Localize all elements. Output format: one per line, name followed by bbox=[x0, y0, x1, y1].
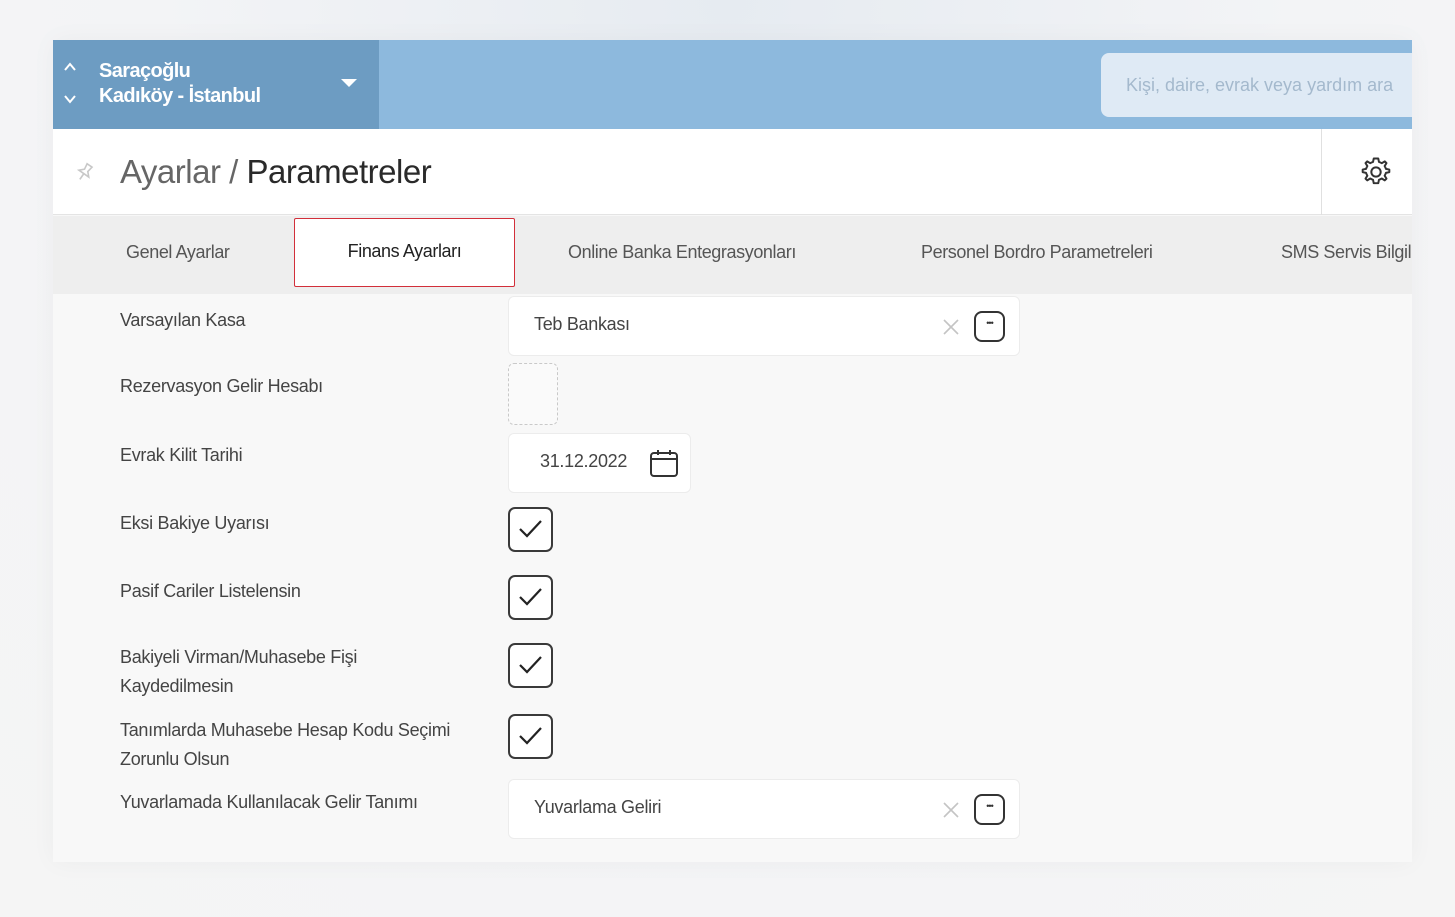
yuvarlama-gelir-label: Yuvarlamada Kullanılacak Gelir Tanımı bbox=[120, 792, 418, 812]
hesap-kodu-secimi-label-line2: Zorunlu Olsun bbox=[120, 749, 230, 769]
rezervasyon-gelir-hesabi-label: Rezervasyon Gelir Hesabı bbox=[120, 376, 323, 396]
eksi-bakiye-uyarisi-label: Eksi Bakiye Uyarısı bbox=[120, 513, 270, 533]
checkmark-icon bbox=[519, 727, 542, 745]
eksi-bakiye-uyarisi-checkbox[interactable] bbox=[508, 507, 553, 552]
pin-icon[interactable] bbox=[73, 160, 97, 184]
yuvarlama-gelir-value: Yuvarlama Geliri bbox=[534, 797, 662, 817]
global-search-input[interactable] bbox=[1101, 53, 1412, 117]
yuvarlama-gelir-field[interactable]: Yuvarlama Geliri bbox=[508, 779, 1020, 839]
evrak-kilit-tarihi-label: Evrak Kilit Tarihi bbox=[120, 445, 243, 465]
close-icon[interactable] bbox=[942, 318, 960, 336]
calendar-icon[interactable] bbox=[648, 447, 680, 479]
bakiyeli-virman-label-line2: Kaydedilmesin bbox=[120, 676, 234, 696]
tab-sms-servis-bilgileri[interactable]: SMS Servis Bilgileri bbox=[1281, 216, 1412, 294]
breadcrumb-current: Parametreler bbox=[246, 153, 432, 190]
hesap-kodu-secimi-label: Tanımlarda Muhasebe Hesap Kodu Seçimi Zo… bbox=[120, 716, 450, 774]
gear-icon[interactable] bbox=[1359, 155, 1393, 189]
tab-finans-ayarlari[interactable]: Finans Ayarları bbox=[294, 218, 515, 287]
tab-online-banka-entegrasyonlari[interactable]: Online Banka Entegrasyonları bbox=[568, 216, 796, 294]
site-switcher[interactable]: Saraçoğlu Kadıköy - İstanbul bbox=[53, 40, 379, 129]
bakiyeli-virman-label-line1: Bakiyeli Virman/Muhasebe Fişi bbox=[120, 647, 358, 667]
app-window: Saraçoğlu Kadıköy - İstanbul Ayarlar / P… bbox=[53, 40, 1412, 862]
more-options-icon[interactable] bbox=[974, 794, 1005, 825]
bakiyeli-virman-label: Bakiyeli Virman/Muhasebe Fişi Kaydedilme… bbox=[120, 643, 357, 701]
hesap-kodu-secimi-label-line1: Tanımlarda Muhasebe Hesap Kodu Seçimi bbox=[120, 720, 451, 740]
varsayilan-kasa-field[interactable]: Teb Bankası bbox=[508, 296, 1020, 356]
divider bbox=[1321, 129, 1322, 215]
evrak-kilit-tarihi-value: 31.12.2022 bbox=[540, 451, 628, 471]
page-header: Ayarlar / Parametreler bbox=[53, 129, 1412, 215]
site-location: Kadıköy - İstanbul bbox=[99, 85, 261, 107]
hesap-kodu-secimi-checkbox[interactable] bbox=[508, 714, 553, 759]
breadcrumb-separator: / bbox=[220, 153, 247, 190]
chevron-down-icon[interactable] bbox=[63, 92, 77, 106]
chevron-up-icon[interactable] bbox=[63, 60, 77, 74]
finance-settings-form: Varsayılan Kasa Teb Bankası Rezervasyon … bbox=[53, 294, 1412, 862]
varsayilan-kasa-label: Varsayılan Kasa bbox=[120, 310, 246, 330]
pasif-cariler-label: Pasif Cariler Listelensin bbox=[120, 581, 301, 601]
site-name: Saraçoğlu bbox=[99, 60, 191, 82]
varsayilan-kasa-value: Teb Bankası bbox=[534, 314, 630, 334]
rezervasyon-gelir-hesabi-field[interactable] bbox=[508, 363, 558, 425]
tab-bar: Genel Ayarlar Finans Ayarları Online Ban… bbox=[53, 216, 1412, 294]
checkmark-icon bbox=[519, 588, 542, 606]
bakiyeli-virman-checkbox[interactable] bbox=[508, 643, 553, 688]
dropdown-caret-icon[interactable] bbox=[341, 79, 357, 87]
close-icon[interactable] bbox=[942, 801, 960, 819]
more-options-icon[interactable] bbox=[974, 311, 1005, 342]
checkmark-icon bbox=[519, 656, 542, 674]
evrak-kilit-tarihi-field[interactable]: 31.12.2022 bbox=[508, 433, 691, 493]
top-bar: Saraçoğlu Kadıköy - İstanbul bbox=[53, 40, 1412, 129]
tab-personel-bordro-parametreleri[interactable]: Personel Bordro Parametreleri bbox=[921, 216, 1153, 294]
pasif-cariler-checkbox[interactable] bbox=[508, 575, 553, 620]
tab-genel-ayarlar[interactable]: Genel Ayarlar bbox=[126, 216, 230, 294]
checkmark-icon bbox=[519, 520, 542, 538]
breadcrumb-parent[interactable]: Ayarlar bbox=[120, 153, 221, 190]
page-title: Ayarlar / Parametreler bbox=[120, 153, 432, 191]
